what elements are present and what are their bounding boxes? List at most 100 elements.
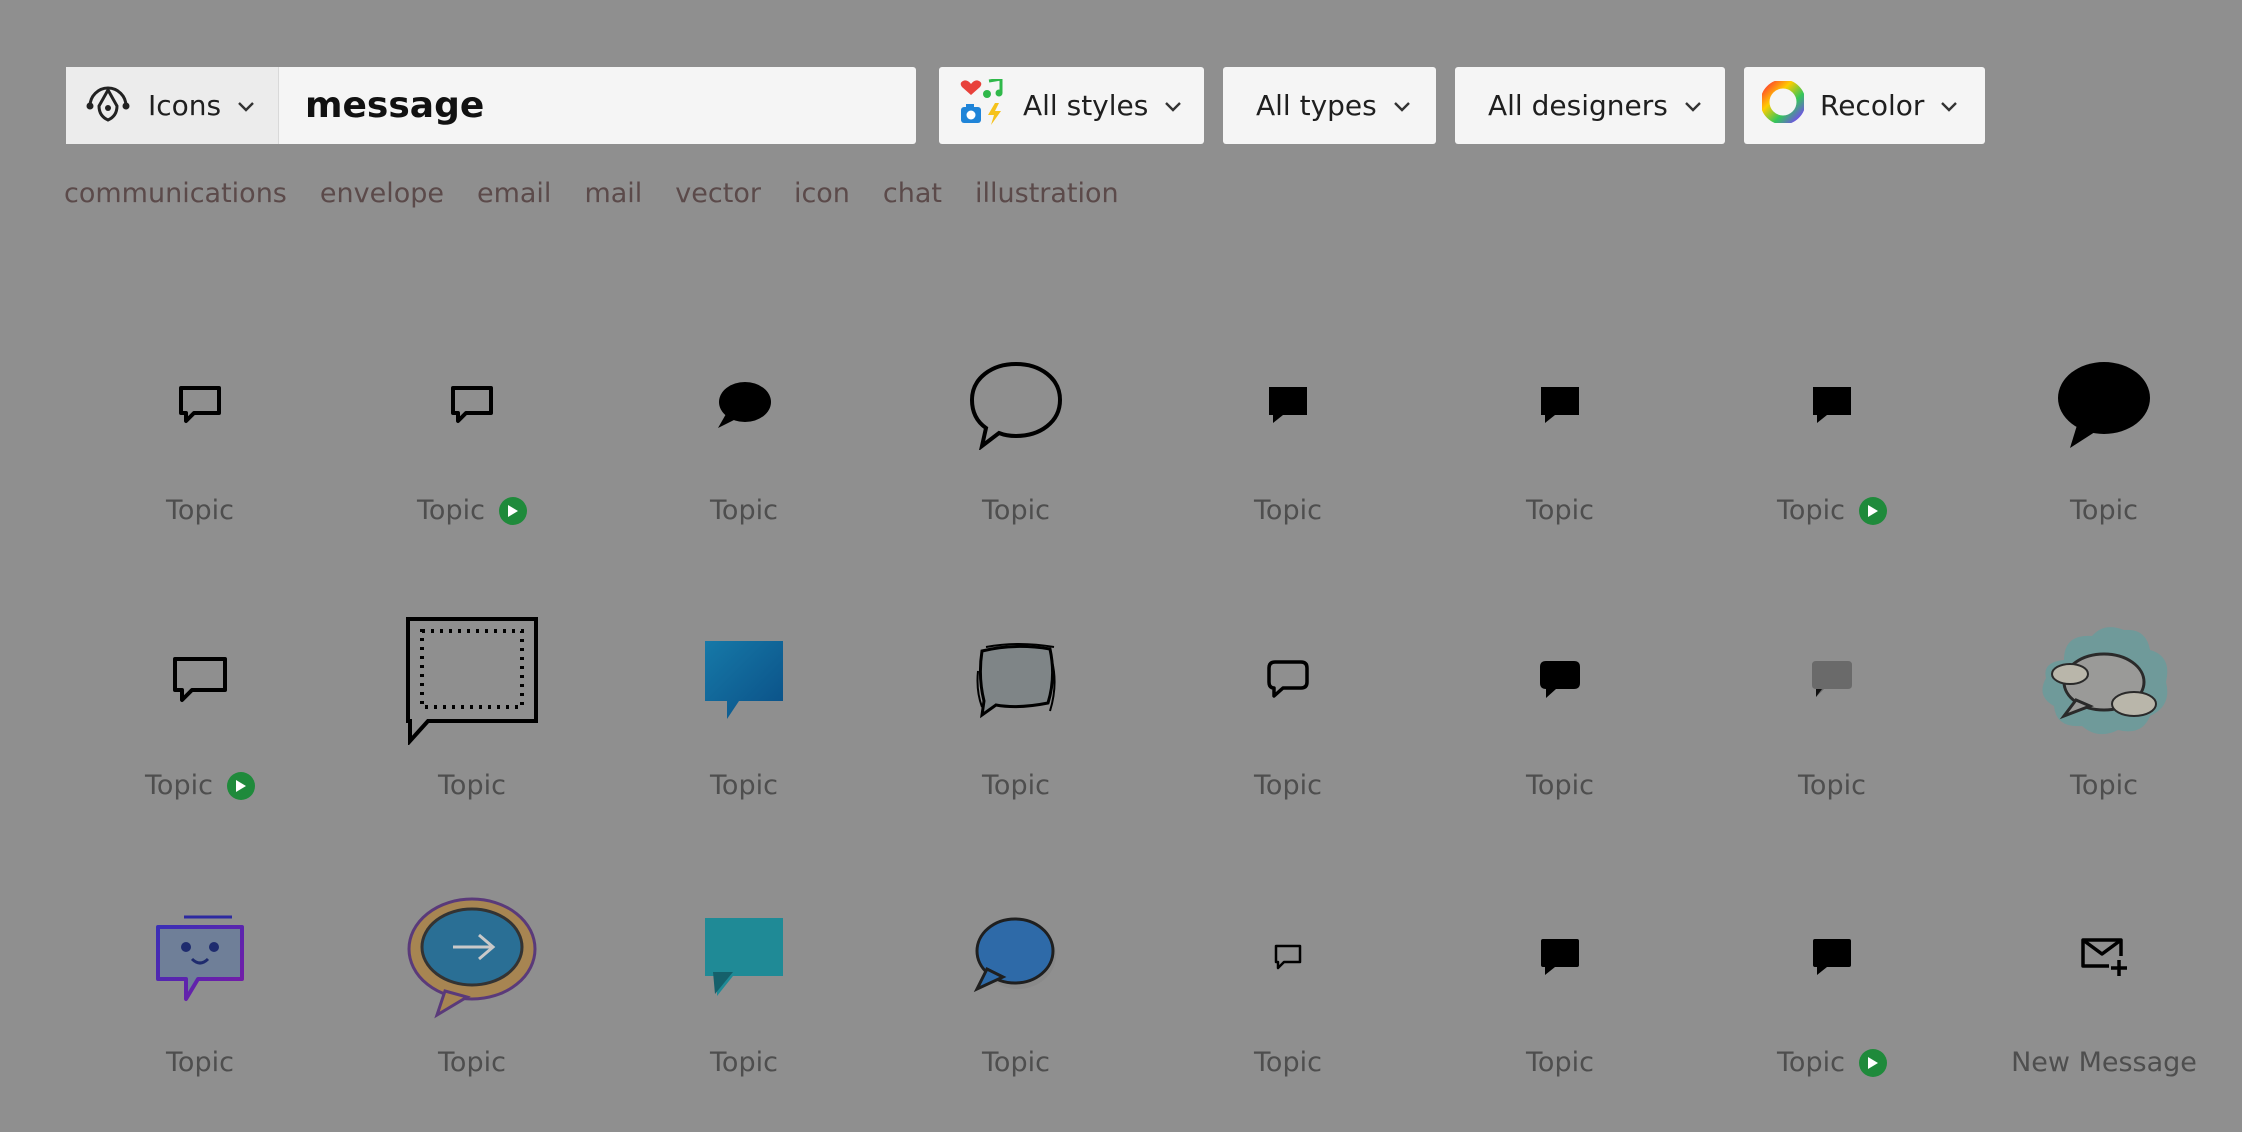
chevron-down-icon	[1393, 101, 1410, 112]
round-chat-solid-small-icon	[718, 382, 771, 428]
result-tile[interactable]: Topic	[336, 882, 608, 1102]
result-tile[interactable]: Topic	[1152, 882, 1424, 1102]
result-tile[interactable]: Topic	[1968, 330, 2240, 550]
sketchy-chat-icon	[976, 643, 1056, 719]
rounded-chat-solid-icon	[1540, 661, 1580, 698]
related-term-link[interactable]: chat	[883, 178, 942, 209]
result-label: Topic	[1526, 495, 1594, 526]
color-wheel-icon	[1760, 79, 1806, 130]
new-message-envelope-icon	[2081, 938, 2127, 976]
result-label: Topic	[710, 495, 778, 526]
dotted-frame-chat-icon	[406, 617, 538, 745]
premium-play-icon	[1858, 1048, 1887, 1077]
result-label: Topic	[1777, 1047, 1845, 1078]
rounded-chat-outline-icon	[1267, 660, 1309, 698]
result-label: Topic	[1254, 1047, 1322, 1078]
premium-play-icon	[226, 771, 255, 800]
result-label: Topic	[1254, 770, 1322, 801]
result-tile[interactable]: Topic	[880, 330, 1152, 550]
related-term-link[interactable]: icon	[794, 178, 850, 209]
result-label: Topic	[438, 770, 506, 801]
related-term-link[interactable]: illustration	[975, 178, 1119, 209]
blue-round-chat-icon	[973, 917, 1056, 993]
result-label: Topic	[166, 495, 234, 526]
related-terms: communications envelope email mail vecto…	[64, 178, 1119, 209]
result-tile[interactable]: Topic	[1424, 330, 1696, 550]
styles-collage-icon	[959, 77, 1007, 132]
premium-play-icon	[498, 496, 527, 525]
square-chat-outline-icon	[173, 657, 227, 702]
designers-filter-dropdown[interactable]: All designers	[1455, 67, 1725, 144]
result-tile[interactable]: Topic	[64, 605, 336, 825]
square-chat-solid-small-icon	[1813, 387, 1851, 423]
result-tile[interactable]: Topic	[1696, 882, 1968, 1102]
result-tile[interactable]: Topic	[608, 330, 880, 550]
result-tile[interactable]: Topic	[880, 605, 1152, 825]
square-chat-outline-small-icon	[451, 386, 493, 423]
square-chat-outline-small-icon	[179, 386, 221, 423]
related-term-link[interactable]: envelope	[320, 178, 444, 209]
designers-filter-label: All designers	[1488, 89, 1668, 122]
asset-type-dropdown[interactable]: Icons	[66, 67, 279, 144]
result-tile[interactable]: Topic	[336, 605, 608, 825]
result-label: Topic	[438, 1047, 506, 1078]
chevron-down-icon	[1684, 101, 1701, 112]
chevron-down-icon	[1941, 101, 1958, 112]
result-label: Topic	[710, 1047, 778, 1078]
chevron-down-icon	[238, 101, 254, 112]
result-label: Topic	[710, 770, 778, 801]
result-label: Topic	[982, 770, 1050, 801]
result-label: Topic	[1526, 1047, 1594, 1078]
recolor-label: Recolor	[1820, 89, 1925, 122]
round-chat-solid-large-icon	[2058, 362, 2150, 448]
result-label: Topic	[1777, 495, 1845, 526]
result-tile[interactable]: Topic	[1152, 605, 1424, 825]
result-tile[interactable]: Topic	[1152, 330, 1424, 550]
result-label: Topic	[166, 1047, 234, 1078]
teal-chat-icon	[705, 918, 783, 996]
result-label: Topic	[2070, 495, 2138, 526]
result-label: Topic	[982, 495, 1050, 526]
tiny-chat-outline-icon	[1274, 944, 1302, 970]
result-label: Topic	[417, 495, 485, 526]
result-tile[interactable]: Topic	[880, 882, 1152, 1102]
square-chat-solid-small-icon	[1269, 387, 1307, 423]
result-tile[interactable]: Topic	[336, 330, 608, 550]
result-label: Topic	[1254, 495, 1322, 526]
styles-filter-dropdown[interactable]: All styles	[939, 67, 1204, 144]
related-term-link[interactable]: mail	[584, 178, 642, 209]
result-tile[interactable]: Topic	[608, 882, 880, 1102]
result-tile[interactable]: Topic	[608, 605, 880, 825]
search-input[interactable]	[279, 66, 916, 145]
smiling-chat-bot-icon	[156, 915, 244, 1001]
search-toolbar: Icons All styles All types All designers	[0, 0, 2242, 160]
related-term-link[interactable]: email	[477, 178, 551, 209]
result-tile[interactable]: Topic	[1696, 605, 1968, 825]
pen-tool-icon	[84, 80, 132, 131]
result-tile[interactable]: Topic	[64, 330, 336, 550]
result-tile[interactable]: Topic	[64, 882, 336, 1102]
result-tile[interactable]: Topic	[1696, 330, 1968, 550]
result-label: Topic	[145, 770, 213, 801]
results-grid: Topic Topic Topic Topic Topic Topic Topi…	[0, 0, 2242, 1132]
styles-filter-label: All styles	[1023, 89, 1149, 122]
cloud-chat-bubbles-icon	[2042, 627, 2168, 735]
chevron-down-icon	[1165, 101, 1182, 112]
gray-chat-solid-icon	[1812, 661, 1852, 697]
square-chat-solid-small-icon	[1813, 939, 1851, 975]
blue-gradient-chat-icon	[705, 641, 783, 719]
square-chat-solid-small-icon	[1541, 939, 1579, 975]
search-bar: Icons	[66, 66, 916, 145]
result-tile[interactable]: Topic	[1424, 882, 1696, 1102]
result-tile[interactable]: Topic	[1968, 605, 2240, 825]
square-chat-solid-small-icon	[1541, 387, 1579, 423]
result-tile[interactable]: New Message	[1968, 882, 2240, 1102]
recolor-dropdown[interactable]: Recolor	[1744, 67, 1985, 144]
arrow-chat-bubble-icon	[407, 897, 537, 1019]
related-term-link[interactable]: vector	[675, 178, 761, 209]
asset-type-label: Icons	[148, 89, 222, 122]
result-label: New Message	[2011, 1047, 2197, 1078]
types-filter-dropdown[interactable]: All types	[1223, 67, 1436, 144]
related-term-link[interactable]: communications	[64, 178, 287, 209]
result-tile[interactable]: Topic	[1424, 605, 1696, 825]
